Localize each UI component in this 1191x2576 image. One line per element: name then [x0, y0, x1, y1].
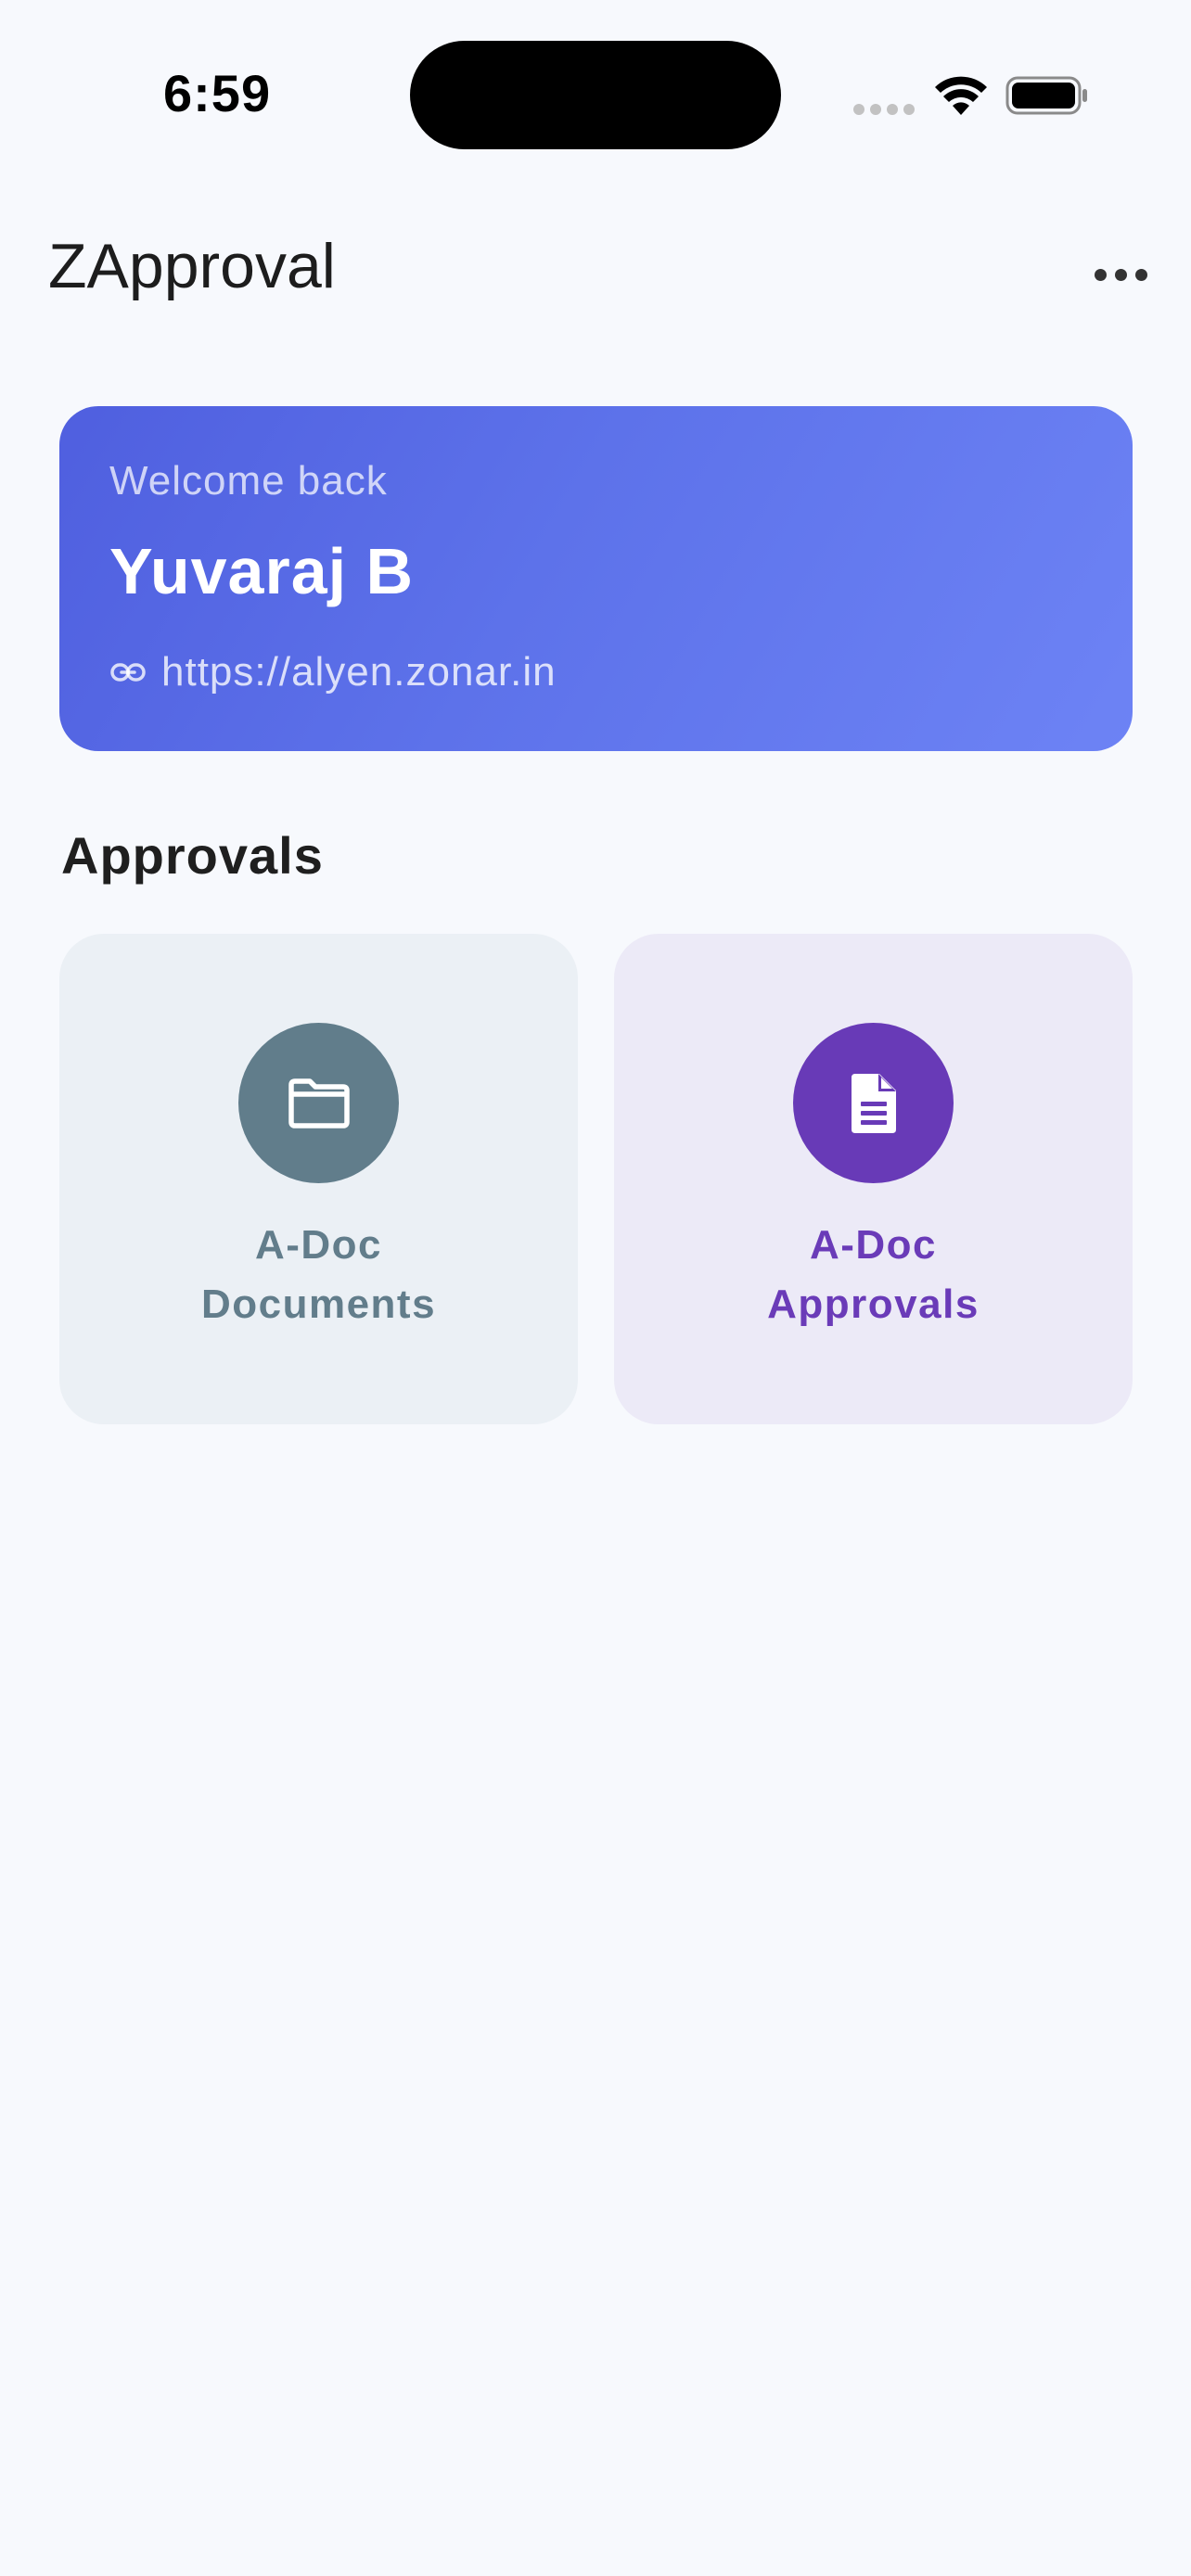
- server-url: https://alyen.zonar.in: [161, 649, 557, 695]
- server-url-row: https://alyen.zonar.in: [109, 649, 557, 695]
- more-options-button[interactable]: [1083, 245, 1158, 304]
- app-bar: ZApproval: [0, 213, 1191, 325]
- welcome-greeting: Welcome back: [109, 458, 388, 504]
- link-icon: [110, 663, 146, 682]
- status-bar: 6:59: [0, 0, 1191, 176]
- tile-label: A-Doc Documents: [59, 1216, 578, 1334]
- tile-label-line2: Documents: [200, 1282, 437, 1327]
- status-time: 6:59: [163, 64, 272, 122]
- more-horizontal-icon: [1094, 268, 1107, 281]
- tile-label-line1: A-Doc: [254, 1222, 383, 1268]
- cellular-signal-icon: [853, 104, 915, 115]
- folder-icon: [288, 1078, 350, 1129]
- tile-label: A-Doc Approvals: [614, 1216, 1133, 1334]
- user-name: Yuvaraj B: [109, 535, 415, 607]
- adoc-documents-tile[interactable]: A-Doc Documents: [59, 934, 578, 1424]
- more-dot: [1114, 268, 1127, 281]
- adoc-approvals-tile[interactable]: A-Doc Approvals: [614, 934, 1133, 1424]
- wifi-icon: [935, 76, 987, 115]
- tile-icon-circle: [793, 1023, 954, 1183]
- tile-label-line2: Approvals: [767, 1282, 980, 1327]
- tile-label-line1: A-Doc: [809, 1222, 938, 1268]
- document-icon: [851, 1073, 896, 1133]
- welcome-card: Welcome back Yuvaraj B https://alyen.zon…: [59, 406, 1133, 751]
- more-dot: [1134, 268, 1147, 281]
- dynamic-island: [410, 41, 781, 149]
- home-screen: 6:59 ZApproval Welcome back Yuvaraj B ht…: [0, 0, 1191, 2576]
- tile-icon-circle: [238, 1023, 399, 1183]
- section-title-approvals: Approvals: [61, 826, 324, 885]
- app-title: ZApproval: [48, 231, 336, 301]
- battery-icon: [1005, 76, 1087, 115]
